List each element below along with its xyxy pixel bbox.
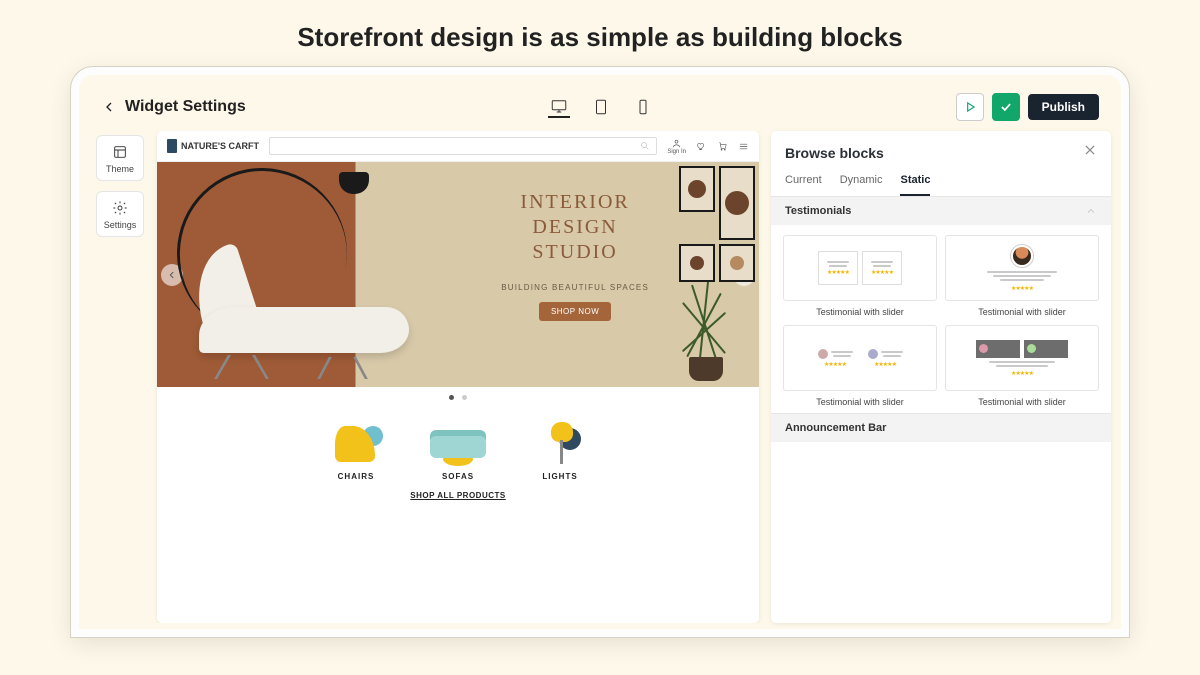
- brand-name: NATURE'S CARFT: [181, 141, 259, 151]
- settings-tool[interactable]: Settings: [96, 191, 144, 237]
- viewport-tablet[interactable]: [590, 96, 612, 118]
- hero-lamp-shade: [339, 172, 369, 194]
- shop-all-link[interactable]: SHOP ALL PRODUCTS: [157, 485, 759, 514]
- tab-current[interactable]: Current: [785, 168, 822, 196]
- theme-tool[interactable]: Theme: [96, 135, 144, 181]
- topbar-title: Widget Settings: [125, 98, 246, 116]
- user-icon: [671, 138, 682, 149]
- hero-cta-button[interactable]: SHOP NOW: [539, 302, 611, 321]
- page-headline: Storefront design is as simple as buildi…: [0, 0, 1200, 67]
- theme-label: Theme: [106, 164, 134, 174]
- panel-tabs: Current Dynamic Static: [771, 168, 1111, 197]
- signin-link[interactable]: Sign In: [667, 138, 686, 155]
- search-icon: [640, 141, 650, 151]
- heart-icon[interactable]: [696, 141, 707, 152]
- preview-button[interactable]: [956, 93, 984, 121]
- section-announcement-bar[interactable]: Announcement Bar: [771, 413, 1111, 442]
- brand-logo-icon: [167, 139, 177, 153]
- hero-pagination[interactable]: [157, 387, 759, 412]
- editor-topbar: Widget Settings Publish: [89, 85, 1111, 131]
- editor-tools: Theme Settings: [89, 131, 151, 623]
- storefront-canvas: NATURE'S CARFT Sign In: [157, 131, 759, 623]
- menu-icon[interactable]: [738, 141, 749, 152]
- cart-icon[interactable]: [717, 141, 728, 152]
- device-frame: Widget Settings Publish: [71, 67, 1129, 637]
- block-testimonial-4[interactable]: ★★★★★ Testimonial with slider: [945, 325, 1099, 407]
- panel-title: Browse blocks: [785, 145, 884, 161]
- search-input[interactable]: [269, 137, 657, 155]
- store-brand[interactable]: NATURE'S CARFT: [167, 139, 259, 153]
- settings-label: Settings: [104, 220, 137, 230]
- back-button[interactable]: Widget Settings: [101, 98, 246, 116]
- category-lights[interactable]: LIGHTS: [531, 420, 589, 481]
- block-testimonial-2[interactable]: ★★★★★ Testimonial with slider: [945, 235, 1099, 317]
- hero-title: INTERIOR DESIGN STUDIO: [501, 190, 649, 265]
- viewport-desktop[interactable]: [548, 96, 570, 118]
- category-sofas[interactable]: SOFAS: [429, 420, 487, 481]
- save-button[interactable]: [992, 93, 1020, 121]
- block-testimonial-1[interactable]: ★★★★★ ★★★★★ Testimonial with slider: [783, 235, 937, 317]
- hero-slider: INTERIOR DESIGN STUDIO BUILDING BEAUTIFU…: [157, 162, 759, 387]
- hero-frames-graphic: [679, 166, 755, 282]
- avatar-icon: [1011, 245, 1033, 267]
- block-testimonial-3[interactable]: ★★★★★ ★★★★★ Testimonial with slider: [783, 325, 937, 407]
- category-row: CHAIRS SOFAS LIGHTS: [157, 412, 759, 485]
- hero-chaise-graphic: [199, 271, 427, 379]
- viewport-switch: [548, 94, 654, 120]
- chevron-up-icon: [1085, 205, 1097, 217]
- section-testimonials[interactable]: Testimonials: [771, 197, 1111, 225]
- hero-plant-graphic: [689, 357, 723, 381]
- publish-button[interactable]: Publish: [1028, 94, 1099, 120]
- panel-close-button[interactable]: [1083, 143, 1097, 162]
- browse-blocks-panel: Browse blocks Current Dynamic Static Tes…: [771, 131, 1111, 623]
- tab-static[interactable]: Static: [900, 168, 930, 196]
- category-chairs[interactable]: CHAIRS: [327, 420, 385, 481]
- viewport-mobile[interactable]: [632, 96, 654, 118]
- store-header: NATURE'S CARFT Sign In: [157, 131, 759, 162]
- tab-dynamic[interactable]: Dynamic: [840, 168, 883, 196]
- hero-subtitle: BUILDING BEAUTIFUL SPACES: [501, 283, 649, 292]
